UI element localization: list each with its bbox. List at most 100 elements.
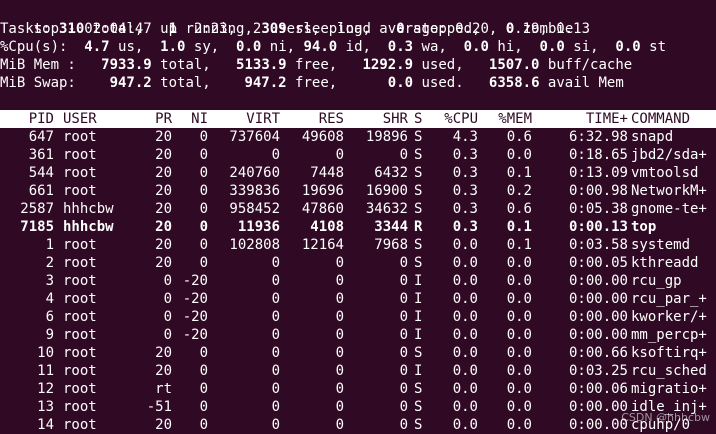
cell-state: S [414,345,423,361]
cell-mem: 0.0 [506,327,532,343]
col-virt: VIRT [246,111,280,127]
cell-state: I [414,327,423,343]
cell-command: kworker/+ [631,309,707,325]
cell-command: rcu_sched [631,363,707,379]
cell-virt: 0 [271,273,280,289]
process-row: 11 root 20 0 0 0 0 I 0.0 0.0 0:03.25 rcu_sched [0,362,716,380]
cell-command: kthreadd [631,255,699,271]
cell-shr: 0 [399,363,408,379]
cpu-si: 0.0 [539,39,565,55]
cpu-st-label: st [640,39,667,55]
cell-time: 0:00.98 [568,183,628,199]
cpu-sy: 1.0 [160,39,186,55]
cpu-wa: 0.3 [387,39,414,55]
cpu-id: 94.0 [303,39,338,55]
cell-res: 49608 [301,129,344,145]
cell-virt: 0 [271,255,280,271]
cell-ni: 0 [199,345,208,361]
terminal-window[interactable]: top - 02:04:47 up 2:23, 2 users, load av… [0,0,716,433]
cell-user: root [63,165,97,181]
cell-pr: 20 [155,129,172,145]
cell-shr: 0 [399,147,408,163]
cell-res: 0 [335,273,344,289]
cell-shr: 0 [399,255,408,271]
cell-pr: 20 [155,165,172,181]
cpu-ni-label: ni, [261,39,304,55]
cell-pr: 20 [155,237,172,253]
swap-total: 947.2 [109,75,152,91]
cell-pid: 7185 [20,219,54,235]
cell-time: 0:03.58 [568,237,628,253]
cell-cpu: 0.3 [452,219,478,235]
process-row: 544 root 20 0 240760 7448 6432 S 0.3 0.1 0:13.09 vm… [0,164,716,182]
cell-shr: 0 [399,399,408,415]
cell-virt: 737604 [229,129,280,145]
cell-shr: 0 [399,381,408,397]
col-res: RES [318,111,344,127]
process-row: 647 root 20 0 737604 49608 19896 S 4.3 0.6 6:32.98… [0,128,716,146]
cell-command: gnome-te+ [631,201,707,217]
tasks-total-label: total, [84,21,169,37]
cell-ni: 0 [199,219,208,235]
col-state: S [414,111,423,127]
cell-cpu: 0.0 [452,417,478,433]
cell-time: 0:05.38 [568,201,628,217]
cell-pr: 20 [155,417,172,433]
cell-res: 7448 [310,165,344,181]
cell-shr: 0 [399,327,408,343]
cell-user: root [63,327,97,343]
cell-ni: -20 [182,273,208,289]
cell-user: root [63,417,97,433]
col-mem: %MEM [498,111,532,127]
mem-used-label: used, [413,57,489,73]
cell-virt: 0 [271,381,280,397]
swap-line: MiB Swap: 947.2 total, 947.2 free, 0.0 u… [0,74,624,92]
tasks-sleeping: 309 [261,21,287,37]
swap-total-label: total, [151,75,245,91]
cell-state: S [414,381,423,397]
swap-free-label: free, [286,75,388,91]
tasks-sleeping-label: sleeping, [286,21,397,37]
cell-ni: 0 [199,129,208,145]
mem-free: 5133.9 [236,57,287,73]
cell-mem: 0.0 [506,399,532,415]
cell-shr: 0 [399,291,408,307]
cell-res: 0 [335,147,344,163]
col-pid: PID [28,111,54,127]
cell-command: snapd [631,129,674,145]
tasks-label: Tasks: [0,21,60,37]
cell-cpu: 0.0 [452,327,478,343]
cell-res: 0 [335,291,344,307]
cell-mem: 0.0 [506,417,532,433]
col-shr: SHR [382,111,408,127]
cell-pr: 20 [155,183,172,199]
tasks-running: 1 [168,21,178,37]
mem-buff-label: buff/cache [539,57,633,73]
cell-mem: 0.0 [506,273,532,289]
cell-virt: 240760 [229,165,280,181]
cell-mem: 0.0 [506,147,532,163]
cell-pr: 0 [163,291,172,307]
cell-user: root [63,237,97,253]
col-cpu: %CPU [444,111,478,127]
cell-pr: 20 [155,201,172,217]
cell-mem: 0.2 [506,183,532,199]
cell-state: I [414,273,423,289]
tasks-zombie-label: zombie [514,21,574,37]
process-row: 4 root 0 -20 0 0 0 I 0.0 0.0 0:00.00 rcu_par_+ [0,290,716,308]
cell-time: 0:00.13 [568,219,628,235]
cell-virt: 0 [271,291,280,307]
mem-line: MiB Mem : 7933.9 total, 5133.9 free, 129… [0,56,632,74]
mem-total: 7933.9 [101,57,152,73]
cell-time: 0:03.25 [568,363,628,379]
cell-user: root [63,381,97,397]
tasks-total: 310 [59,21,85,37]
watermark: CSDN @hhhcbw [621,411,710,424]
cpu-us: 4.7 [84,39,110,55]
cell-virt: 958452 [229,201,280,217]
uptime-line: top - 02:04:47 up 2:23, 2 users, load av… [0,2,590,37]
cell-shr: 19896 [365,129,408,145]
cell-shr: 3344 [374,219,408,235]
process-row: 12 root rt 0 0 0 0 S 0.0 0.0 0:00.06 migratio+ [0,380,716,398]
swap-avail: 6358.6 [488,75,540,91]
